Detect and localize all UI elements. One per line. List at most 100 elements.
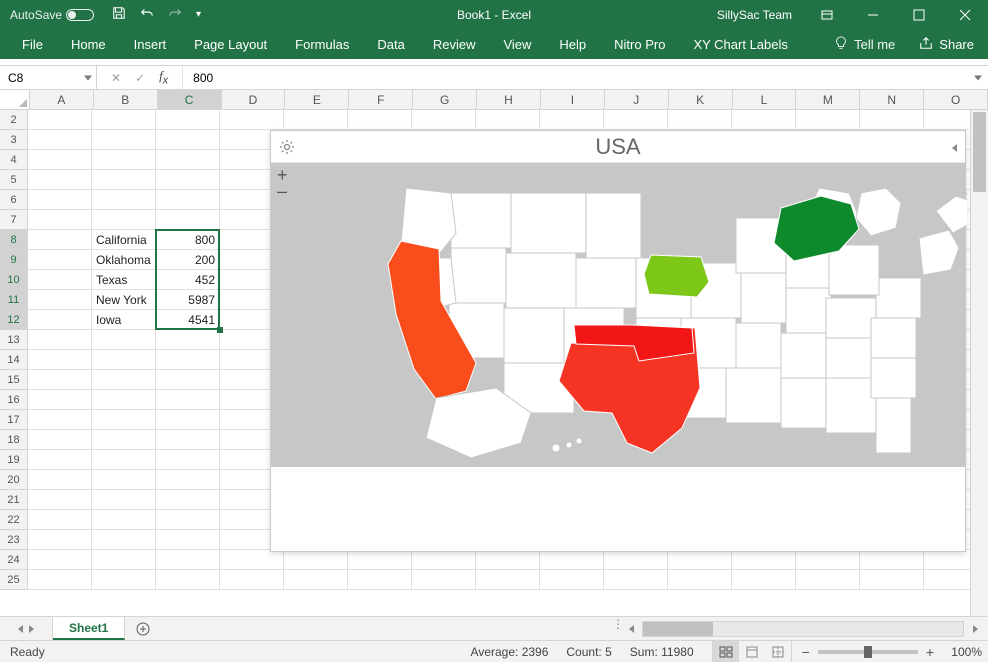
- cell[interactable]: [92, 150, 156, 170]
- cell[interactable]: [28, 570, 92, 590]
- cell[interactable]: [412, 110, 476, 130]
- map-chart[interactable]: USA + –: [270, 130, 966, 552]
- ribbon-display-options[interactable]: [804, 0, 850, 29]
- ribbon-tab-nitro-pro[interactable]: Nitro Pro: [600, 29, 679, 59]
- cell[interactable]: [156, 530, 220, 550]
- column-header[interactable]: L: [733, 90, 797, 110]
- cell[interactable]: [540, 570, 604, 590]
- undo-icon[interactable]: [140, 6, 154, 23]
- cell[interactable]: [796, 570, 860, 590]
- ribbon-tab-review[interactable]: Review: [419, 29, 490, 59]
- cell[interactable]: [156, 210, 220, 230]
- enter-formula-icon[interactable]: ✓: [135, 71, 145, 85]
- account-name[interactable]: SillySac Team: [705, 8, 804, 22]
- cell[interactable]: [92, 130, 156, 150]
- ribbon-tab-home[interactable]: Home: [57, 29, 120, 59]
- row-header[interactable]: 4: [0, 150, 28, 170]
- cell[interactable]: [668, 110, 732, 130]
- column-header[interactable]: O: [924, 90, 988, 110]
- cell[interactable]: [860, 110, 924, 130]
- cell[interactable]: [92, 110, 156, 130]
- cell[interactable]: [860, 550, 924, 570]
- scroll-right-icon[interactable]: [966, 620, 984, 638]
- row-header[interactable]: 5: [0, 170, 28, 190]
- cell[interactable]: [92, 470, 156, 490]
- zoom-out-button[interactable]: –: [277, 183, 288, 199]
- row-header[interactable]: 17: [0, 410, 28, 430]
- cell[interactable]: [92, 410, 156, 430]
- collapse-panel-icon[interactable]: [952, 139, 957, 157]
- cell[interactable]: Iowa: [92, 310, 156, 330]
- cell[interactable]: [476, 550, 540, 570]
- chart-canvas[interactable]: + –: [271, 163, 965, 467]
- column-header[interactable]: D: [222, 90, 286, 110]
- scrollbar-thumb[interactable]: [643, 622, 713, 636]
- cell[interactable]: [92, 570, 156, 590]
- cell[interactable]: [28, 250, 92, 270]
- select-all-button[interactable]: [0, 90, 30, 110]
- column-header[interactable]: H: [477, 90, 541, 110]
- cell[interactable]: [156, 450, 220, 470]
- cell[interactable]: [156, 130, 220, 150]
- cell[interactable]: [156, 390, 220, 410]
- cell[interactable]: [28, 130, 92, 150]
- cell[interactable]: [28, 270, 92, 290]
- cell[interactable]: [156, 330, 220, 350]
- cell[interactable]: [604, 550, 668, 570]
- cell[interactable]: [28, 170, 92, 190]
- row-header[interactable]: 18: [0, 430, 28, 450]
- tell-me[interactable]: Tell me: [824, 29, 905, 59]
- row-header[interactable]: 13: [0, 330, 28, 350]
- cell[interactable]: Texas: [92, 270, 156, 290]
- cell[interactable]: 5987: [156, 290, 220, 310]
- row-header[interactable]: 14: [0, 350, 28, 370]
- cell[interactable]: [604, 110, 668, 130]
- cell[interactable]: [28, 310, 92, 330]
- cell[interactable]: [284, 550, 348, 570]
- autosave-toggle[interactable]: AutoSave: [10, 8, 94, 22]
- cell[interactable]: [668, 550, 732, 570]
- cell[interactable]: [156, 470, 220, 490]
- cell[interactable]: [92, 370, 156, 390]
- cell[interactable]: [28, 330, 92, 350]
- cell[interactable]: [92, 350, 156, 370]
- cell[interactable]: [28, 210, 92, 230]
- cell[interactable]: [28, 410, 92, 430]
- column-header[interactable]: F: [349, 90, 413, 110]
- cell[interactable]: [156, 550, 220, 570]
- cell[interactable]: [28, 230, 92, 250]
- sheet-nav-prev-icon[interactable]: [18, 625, 23, 633]
- row-header[interactable]: 11: [0, 290, 28, 310]
- cell[interactable]: [156, 190, 220, 210]
- zoom-slider[interactable]: [818, 650, 918, 654]
- cell[interactable]: [348, 550, 412, 570]
- row-header[interactable]: 9: [0, 250, 28, 270]
- cell[interactable]: [284, 570, 348, 590]
- maximize-button[interactable]: [896, 0, 942, 29]
- view-normal-icon[interactable]: [713, 641, 739, 662]
- row-header[interactable]: 2: [0, 110, 28, 130]
- scrollbar-thumb[interactable]: [973, 112, 986, 192]
- column-header[interactable]: J: [605, 90, 669, 110]
- cell[interactable]: [92, 550, 156, 570]
- column-header[interactable]: G: [413, 90, 477, 110]
- cell[interactable]: [28, 350, 92, 370]
- sheet-nav-next-icon[interactable]: [29, 625, 34, 633]
- cell[interactable]: [732, 550, 796, 570]
- cell[interactable]: [156, 110, 220, 130]
- cell[interactable]: [92, 390, 156, 410]
- horizontal-scrollbar[interactable]: [618, 617, 988, 640]
- cell[interactable]: California: [92, 230, 156, 250]
- formula-input[interactable]: 800: [183, 66, 988, 89]
- cell[interactable]: New York: [92, 290, 156, 310]
- ribbon-tab-data[interactable]: Data: [363, 29, 418, 59]
- cell[interactable]: [540, 550, 604, 570]
- row-header[interactable]: 19: [0, 450, 28, 470]
- cell[interactable]: [92, 330, 156, 350]
- cell[interactable]: [860, 570, 924, 590]
- scroll-left-icon[interactable]: [622, 620, 640, 638]
- share-button[interactable]: Share: [905, 29, 988, 59]
- cell[interactable]: [156, 410, 220, 430]
- ribbon-tab-help[interactable]: Help: [545, 29, 600, 59]
- chevron-down-icon[interactable]: [84, 75, 92, 80]
